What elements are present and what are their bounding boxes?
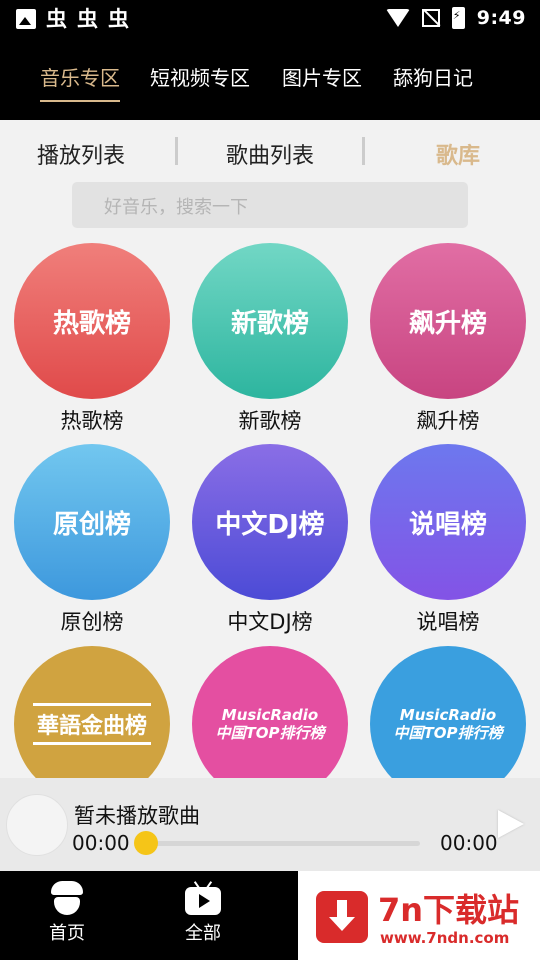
tab-playlist[interactable]: 播放列表 [37,138,125,170]
tab-diary[interactable]: 舔狗日记 [393,62,473,91]
watermark-title: 7n下载站 [378,891,520,929]
cover-text: 说唱榜 [408,509,487,540]
chart-card-rap[interactable]: 说唱榜 说唱榜 [359,444,537,636]
cover-text: 華語金曲榜 [32,703,151,745]
nav-label: 全部 [185,923,221,944]
bug-icon: 虫 [46,7,67,31]
tab-library[interactable]: 歌库 [436,138,480,170]
chart-card-soaring[interactable]: 飙升榜 飙升榜 [359,243,537,435]
mini-player[interactable]: 暂未播放歌曲 00:00 00:00 [0,778,540,871]
cover-text: 中国TOP排行榜 [215,724,325,742]
cover-text: 中文DJ榜 [215,509,325,540]
nav-label: 首页 [49,923,85,944]
chart-card-hot[interactable]: 热歌榜 热歌榜 [3,243,181,435]
no-signal-icon [421,9,440,27]
active-tab-indicator [40,100,120,102]
download-icon [316,891,368,943]
chart-cover[interactable]: 新歌榜 [192,243,348,399]
chart-label: 原创榜 [60,610,124,634]
chart-cover[interactable]: 说唱榜 [370,444,526,600]
album-art[interactable] [6,794,68,856]
total-time: 00:00 [440,831,498,855]
chart-cover[interactable]: 原创榜 [14,444,170,600]
progress-slider[interactable] [146,841,420,846]
battery-charging-icon [451,7,465,29]
chart-card-original[interactable]: 原创榜 原创榜 [3,444,181,636]
gallery-icon [16,9,36,29]
cover-text: 新歌榜 [230,308,309,339]
tab-pictures[interactable]: 图片专区 [282,62,362,91]
wifi-icon [385,9,410,27]
tab-short-video[interactable]: 短视频专区 [150,62,250,91]
chart-label: 飙升榜 [416,409,480,433]
chart-cover[interactable]: 中文DJ榜 [192,444,348,600]
status-notifications: 虫 虫 虫 [16,6,129,32]
acorn-icon [51,881,83,915]
chart-card-dj[interactable]: 中文DJ榜 中文DJ榜 [181,444,359,636]
divider [362,137,365,165]
nav-all[interactable]: 全部 [168,881,238,945]
chart-cover[interactable]: 飙升榜 [370,243,526,399]
tab-music[interactable]: 音乐专区 [40,62,120,91]
progress-knob[interactable] [134,831,158,855]
cover-text: 热歌榜 [52,308,131,339]
tab-song-list[interactable]: 歌曲列表 [226,138,314,170]
clock: 9:49 [476,7,526,29]
divider [175,137,178,165]
chart-card-new[interactable]: 新歌榜 新歌榜 [181,243,359,435]
top-tab-bar: 音乐专区 短视频专区 图片专区 舔狗日记 [0,38,540,120]
cover-text: MusicRadio [399,706,497,724]
chart-label: 说唱榜 [416,610,480,634]
bug-icon: 虫 [108,7,129,31]
chart-label: 新歌榜 [238,409,302,433]
chart-cover[interactable]: 热歌榜 [14,243,170,399]
search-input[interactable]: 好音乐，搜索一下 [72,182,468,228]
watermark-banner: 7n下载站 www.7ndn.com [298,871,540,960]
nav-home[interactable]: 首页 [32,881,102,945]
watermark-url: www.7ndn.com [380,929,510,947]
sub-tab-bar: 播放列表 歌曲列表 歌库 [0,120,540,182]
cover-text: MusicRadio [221,706,319,724]
tv-play-icon [185,881,221,915]
cover-text: 原创榜 [52,509,131,540]
chart-label: 中文DJ榜 [227,610,313,634]
current-time: 00:00 [72,831,130,855]
search-placeholder: 好音乐，搜索一下 [104,197,248,218]
chart-label: 热歌榜 [60,409,124,433]
cover-text: 中国TOP排行榜 [393,724,503,742]
now-playing-title: 暂未播放歌曲 [74,804,200,828]
cover-text: 飙升榜 [408,308,487,339]
status-bar: 虫 虫 虫 9:49 [0,0,540,38]
bug-icon: 虫 [77,7,98,31]
status-system: 9:49 [385,7,526,29]
play-icon[interactable] [498,810,524,838]
